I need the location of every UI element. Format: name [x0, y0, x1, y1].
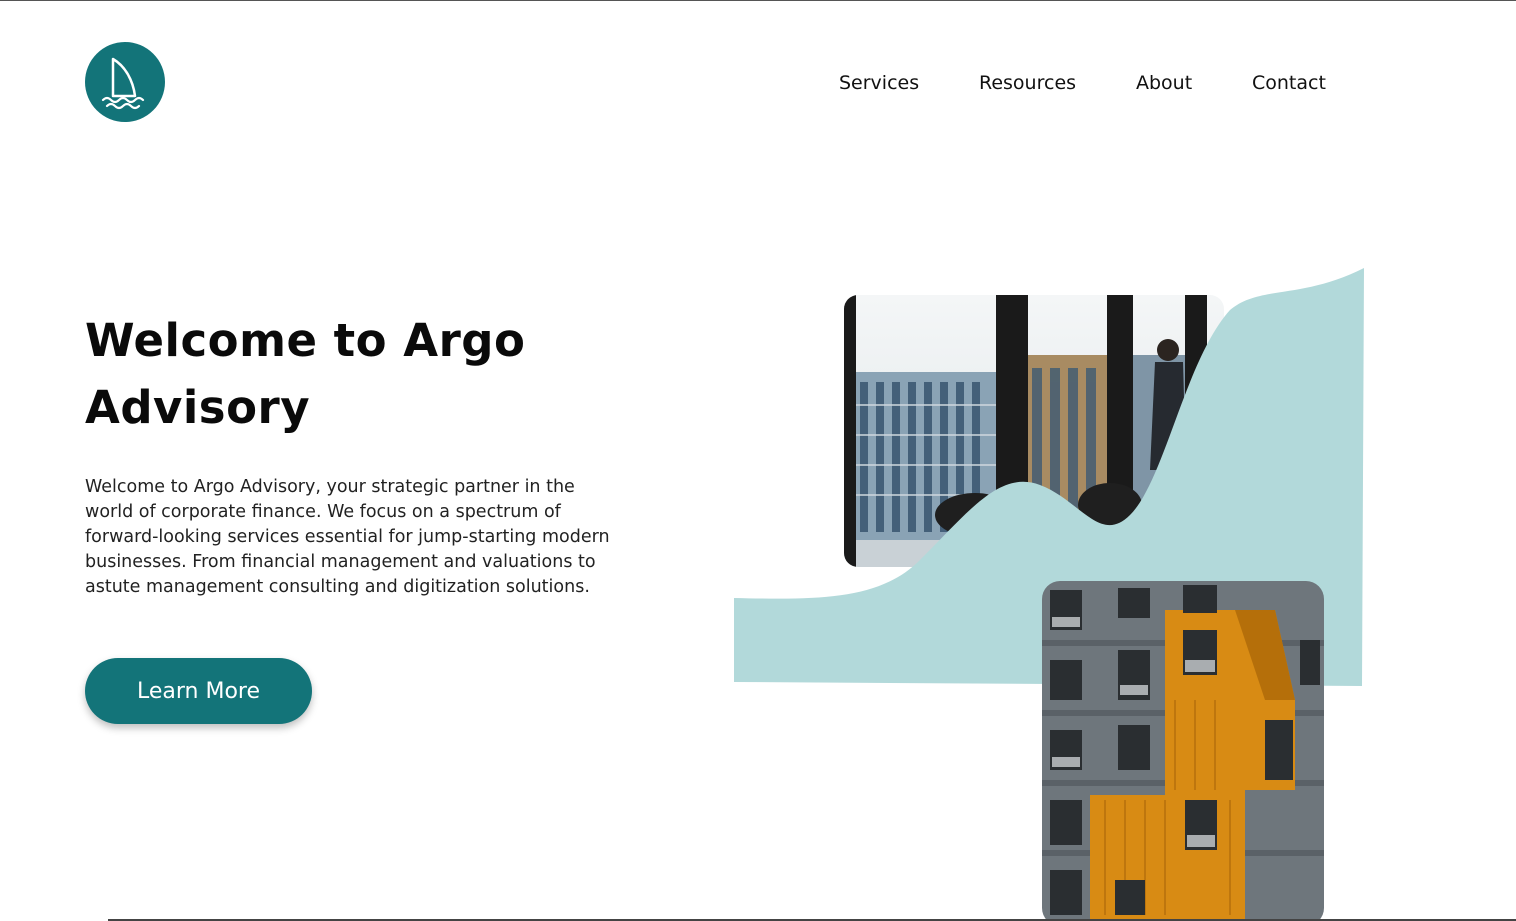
sailboat-icon	[101, 57, 145, 110]
nav-resources[interactable]: Resources	[979, 72, 1076, 94]
office-photo	[844, 295, 1224, 567]
learn-more-button[interactable]: Learn More	[85, 658, 312, 724]
hero-title: Welcome to Argo Advisory	[85, 314, 526, 434]
nav-about[interactable]: About	[1136, 72, 1192, 94]
hero-illustration	[734, 268, 1364, 921]
nav-contact[interactable]: Contact	[1252, 72, 1326, 94]
logo[interactable]	[85, 42, 165, 122]
decorative-wave	[734, 268, 1364, 686]
nav-services[interactable]: Services	[839, 72, 919, 94]
hero-description: Welcome to Argo Advisory, your strategic…	[85, 477, 610, 597]
building-photo	[1042, 581, 1324, 921]
top-border	[0, 0, 1516, 1]
